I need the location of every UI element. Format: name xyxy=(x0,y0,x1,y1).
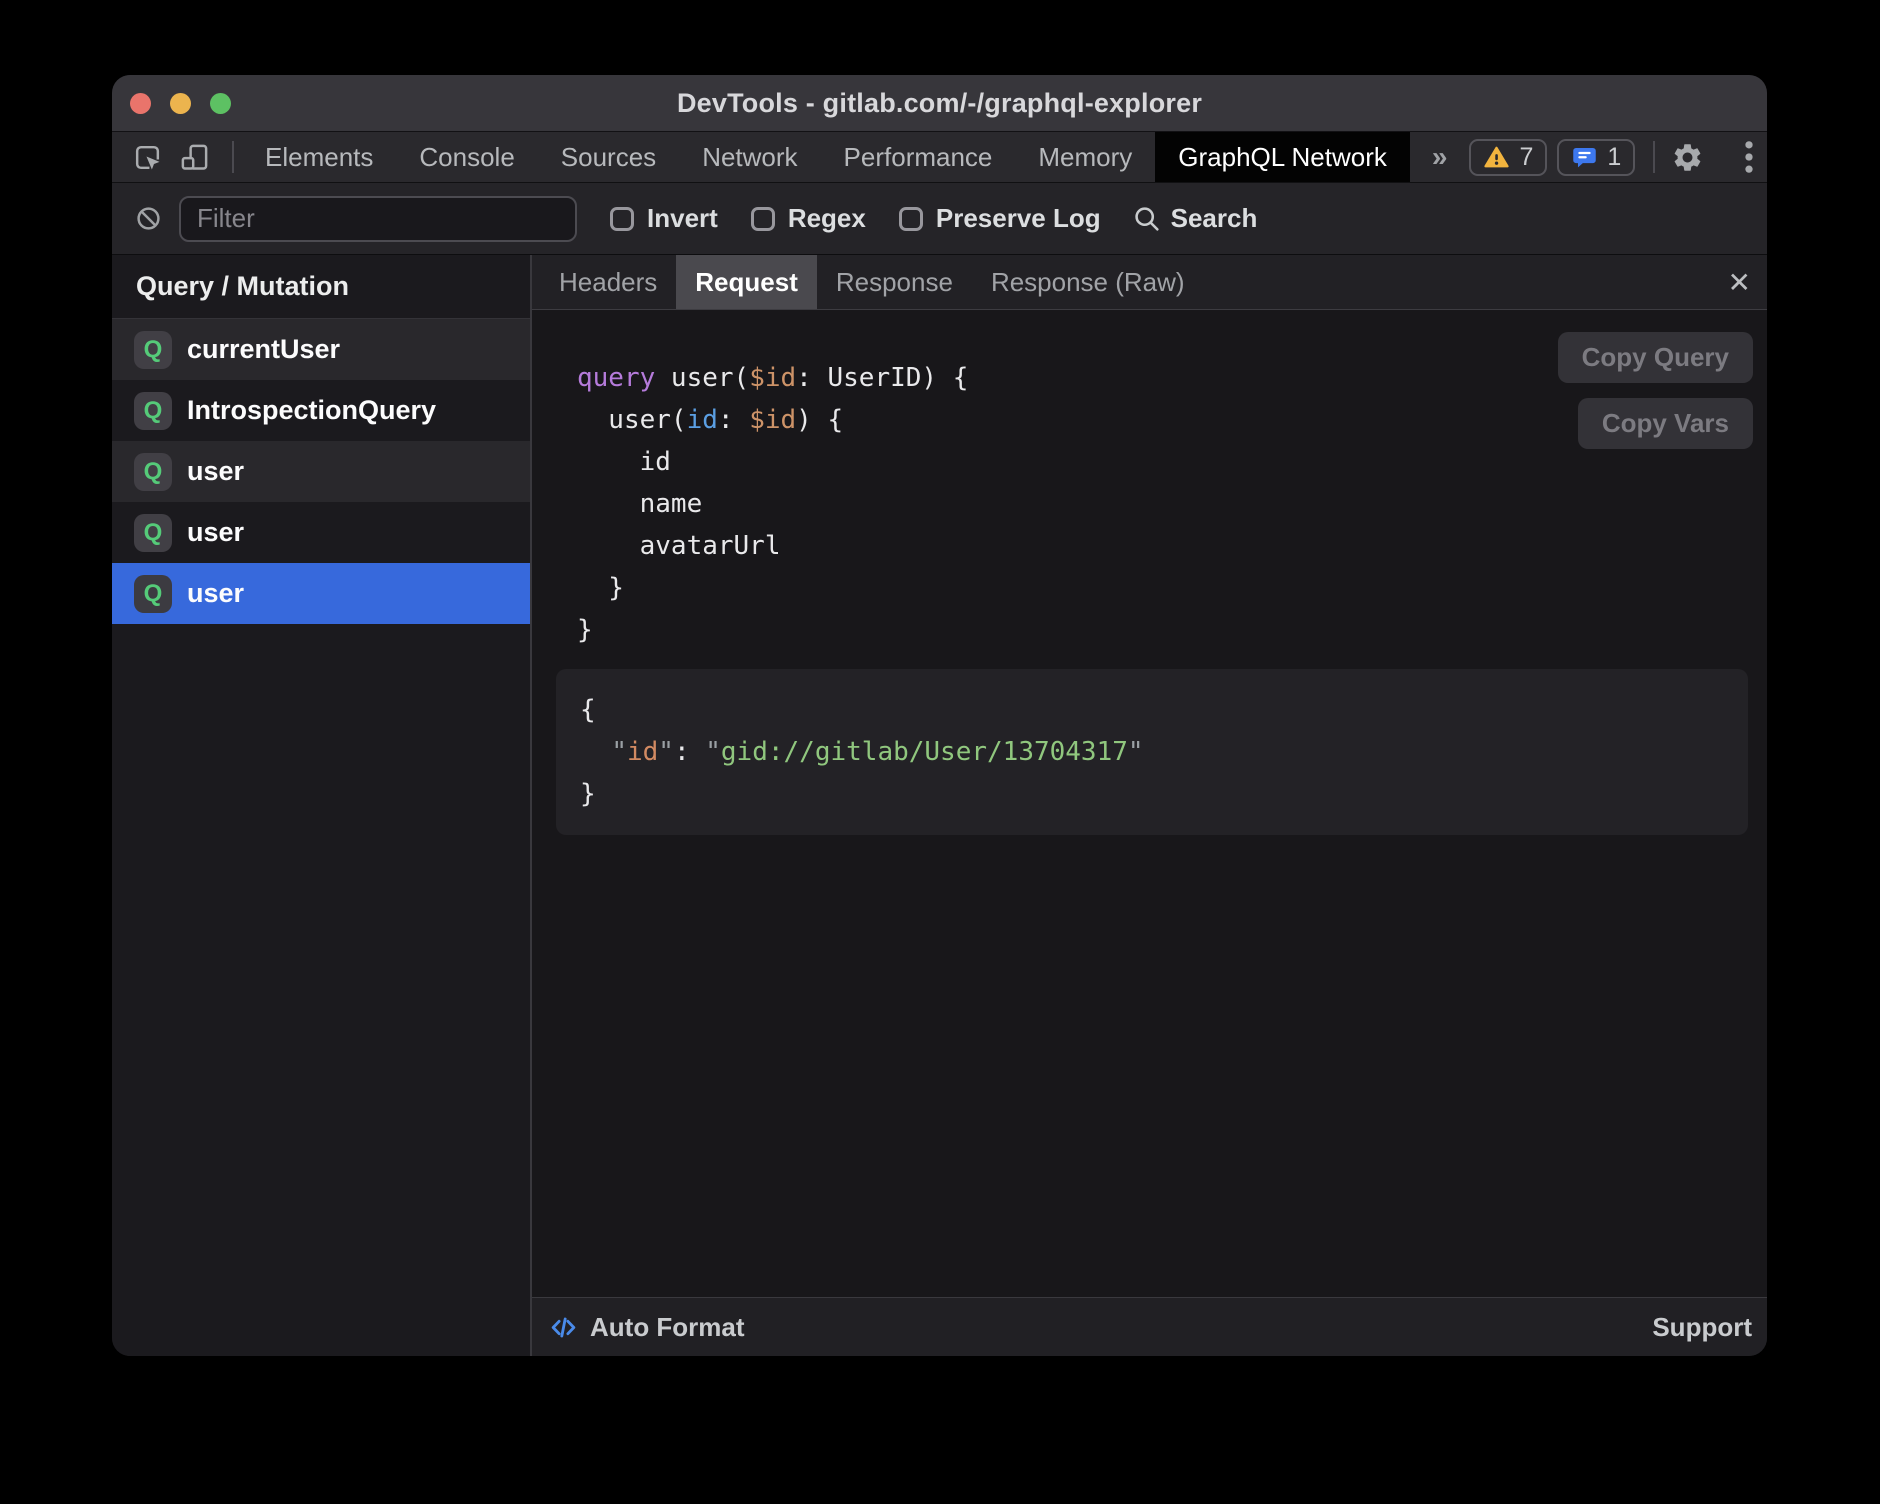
panel-tab-request[interactable]: Request xyxy=(676,255,817,309)
window-titlebar: DevTools - gitlab.com/-/graphql-explorer xyxy=(112,75,1767,132)
code-line: } xyxy=(580,773,1724,815)
checkbox-box-invert[interactable] xyxy=(610,207,634,231)
device-toolbar-icon[interactable] xyxy=(179,142,210,173)
message-count: 1 xyxy=(1607,143,1621,172)
checkbox-label-regex: Regex xyxy=(788,203,866,234)
filter-bar: Invert Regex Preserve Log Search xyxy=(112,183,1767,255)
query-type-badge: Q xyxy=(134,453,172,491)
devtools-tab-graphql-network[interactable]: GraphQL Network xyxy=(1155,132,1410,182)
query-type-badge: Q xyxy=(134,514,172,552)
settings-gear-icon[interactable] xyxy=(1671,141,1704,174)
toolbar-divider xyxy=(232,141,234,173)
minimize-window-button[interactable] xyxy=(170,93,191,114)
query-variables-box: { "id": "gid://gitlab/User/13704317"} xyxy=(556,669,1748,835)
code-line: } xyxy=(577,567,1767,609)
code-line: name xyxy=(577,483,1767,525)
query-type-badge: Q xyxy=(134,331,172,369)
copy-query-button[interactable]: Copy Query xyxy=(1558,332,1753,383)
copy-vars-button[interactable]: Copy Vars xyxy=(1578,398,1753,449)
filter-input[interactable] xyxy=(179,196,577,242)
more-options-kebab-icon[interactable] xyxy=(1744,140,1754,174)
warning-count: 7 xyxy=(1519,143,1533,172)
request-panel-tab-bar: HeadersRequestResponseResponse (Raw) ✕ xyxy=(532,255,1767,310)
sidebar-item-user[interactable]: Quser xyxy=(112,563,530,624)
code-line: "id": "gid://gitlab/User/13704317" xyxy=(580,731,1724,773)
sidebar-item-label: currentUser xyxy=(187,334,340,365)
filter-checkboxes: Invert Regex Preserve Log xyxy=(577,203,1101,234)
query-list: QcurrentUserQIntrospectionQueryQuserQuse… xyxy=(112,319,530,624)
devtools-tab-performance[interactable]: Performance xyxy=(821,132,1016,182)
sidebar-header: Query / Mutation xyxy=(112,255,530,319)
request-panel-tabs: HeadersRequestResponseResponse (Raw) xyxy=(540,255,1204,309)
request-detail-panel: HeadersRequestResponseResponse (Raw) ✕ q… xyxy=(532,255,1767,1356)
checkbox-box-preserve-log[interactable] xyxy=(899,207,923,231)
traffic-lights xyxy=(130,75,231,131)
search-button[interactable]: Search xyxy=(1132,203,1258,234)
devtools-tab-elements[interactable]: Elements xyxy=(242,132,396,182)
copy-buttons-group: Copy Query Copy Vars xyxy=(1558,332,1753,449)
code-line: } xyxy=(577,609,1767,651)
toolbar-divider xyxy=(1653,141,1655,173)
zoom-window-button[interactable] xyxy=(210,93,231,114)
devtools-tab-console[interactable]: Console xyxy=(396,132,537,182)
window-title: DevTools - gitlab.com/-/graphql-explorer xyxy=(112,88,1767,119)
code-format-icon xyxy=(548,1312,579,1343)
code-line: avatarUrl xyxy=(577,525,1767,567)
messages-badge[interactable]: 1 xyxy=(1557,139,1635,176)
close-panel-icon[interactable]: ✕ xyxy=(1728,255,1751,309)
sidebar-item-label: user xyxy=(187,517,244,548)
search-label: Search xyxy=(1171,203,1258,234)
devtools-tab-memory[interactable]: Memory xyxy=(1015,132,1155,182)
sidebar-item-label: user xyxy=(187,578,244,609)
query-type-badge: Q xyxy=(134,392,172,430)
devtools-tab-bar: ElementsConsoleSourcesNetworkPerformance… xyxy=(242,132,1410,182)
support-link[interactable]: Support xyxy=(1652,1312,1752,1343)
close-window-button[interactable] xyxy=(130,93,151,114)
request-content: query user($id: UserID) { user(id: $id) … xyxy=(532,310,1767,1297)
inspect-element-icon[interactable] xyxy=(132,142,163,173)
panel-tab-response-raw[interactable]: Response (Raw) xyxy=(972,255,1204,309)
checkbox-label-invert: Invert xyxy=(647,203,718,234)
sidebar-empty-area xyxy=(112,624,530,1356)
checkbox-label-preserve-log: Preserve Log xyxy=(936,203,1101,234)
checkbox-box-regex[interactable] xyxy=(751,207,775,231)
sidebar-item-user[interactable]: Quser xyxy=(112,502,530,563)
devtools-tab-sources[interactable]: Sources xyxy=(538,132,679,182)
checkbox-preserve-log[interactable]: Preserve Log xyxy=(899,203,1101,234)
sidebar-item-label: user xyxy=(187,456,244,487)
sidebar-item-user[interactable]: Quser xyxy=(112,441,530,502)
query-type-badge: Q xyxy=(134,575,172,613)
sidebar-item-currentuser[interactable]: QcurrentUser xyxy=(112,319,530,380)
auto-format-label: Auto Format xyxy=(590,1312,745,1343)
warnings-badge[interactable]: 7 xyxy=(1469,139,1547,176)
query-mutation-sidebar: Query / Mutation QcurrentUserQIntrospect… xyxy=(112,255,532,1356)
code-line: { xyxy=(580,689,1724,731)
panel-tab-headers[interactable]: Headers xyxy=(540,255,676,309)
devtools-window: DevTools - gitlab.com/-/graphql-explorer… xyxy=(112,75,1767,1356)
warning-icon xyxy=(1483,144,1510,171)
sidebar-item-label: IntrospectionQuery xyxy=(187,395,436,426)
panel-footer: Auto Format Support xyxy=(532,1297,1767,1356)
clear-filter-ban-icon[interactable] xyxy=(135,205,162,232)
sidebar-item-introspectionquery[interactable]: Q IntrospectionQuery xyxy=(112,380,530,441)
more-tabs-button[interactable]: » xyxy=(1410,141,1470,173)
auto-format-button[interactable]: Auto Format xyxy=(548,1312,745,1343)
message-bubble-icon xyxy=(1571,144,1598,171)
main-area: Query / Mutation QcurrentUserQIntrospect… xyxy=(112,255,1767,1356)
devtools-toolbar: ElementsConsoleSourcesNetworkPerformance… xyxy=(112,132,1767,183)
search-icon xyxy=(1132,204,1161,233)
checkbox-invert[interactable]: Invert xyxy=(610,203,718,234)
checkbox-regex[interactable]: Regex xyxy=(751,203,866,234)
panel-tab-response[interactable]: Response xyxy=(817,255,972,309)
devtools-tab-network[interactable]: Network xyxy=(679,132,820,182)
desktop-background: DevTools - gitlab.com/-/graphql-explorer… xyxy=(0,0,1880,1504)
